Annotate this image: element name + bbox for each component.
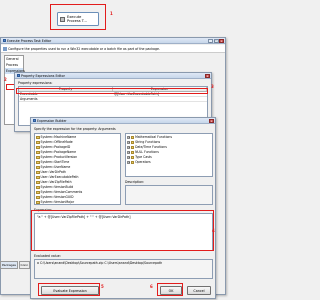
list-item[interactable]: + Operators <box>127 160 211 165</box>
editor-header: Configure the properties used to run a W… <box>1 45 225 53</box>
folder-icon <box>130 156 135 159</box>
step-5-marker: 5 <box>101 284 104 289</box>
list-item[interactable]: System::VersionMajor <box>36 200 119 204</box>
variable-icon <box>36 151 40 154</box>
step-6-marker: 6 <box>150 284 153 289</box>
expand-icon[interactable]: + <box>127 146 130 149</box>
editor-titlebar: Execute Process Task Editor _ □ x <box>1 38 225 44</box>
cancel-button[interactable]: Cancel <box>187 286 211 295</box>
variable-icon <box>36 136 40 139</box>
pee-title: Property Expressions Editor <box>21 73 65 78</box>
folder-icon <box>130 146 135 149</box>
expression-builder: Expression Builder x Specify the express… <box>30 117 216 299</box>
evaluated-value-text: a C:\Users\anand\Desktop\Sourcepath.zip … <box>37 261 163 265</box>
pee-titlebar: Property Expressions Editor x <box>15 73 211 79</box>
editor-description: Configure the properties used to run a W… <box>8 46 160 51</box>
folder-icon <box>130 141 135 144</box>
variables-tree[interactable]: System::MachineName System::OfflineMode … <box>34 133 121 205</box>
step-4-marker: 4 <box>212 228 215 233</box>
step-1-marker: 1 <box>110 11 113 16</box>
expression-highlight <box>31 210 214 251</box>
bottom-tab-bar: Packages Conn <box>0 261 31 269</box>
description-box <box>125 185 213 205</box>
expand-icon[interactable]: + <box>127 141 130 144</box>
variable-icon <box>36 166 40 169</box>
expand-icon[interactable]: + <box>127 136 130 139</box>
tab-packages[interactable]: Packages <box>0 261 18 269</box>
variable-icon <box>36 196 40 199</box>
variable-icon <box>36 191 40 194</box>
settings-icon <box>3 46 7 51</box>
variable-icon <box>36 176 40 179</box>
pee-close-button[interactable]: x <box>205 73 210 78</box>
step-2-marker: 2 <box>4 77 7 82</box>
variable-icon <box>36 161 40 164</box>
table-row[interactable]: Arguments <box>19 97 207 102</box>
eb-titlebar: Expression Builder x <box>31 118 215 124</box>
editor-title: Execute Process Task Editor <box>7 38 52 43</box>
executable-row-highlight <box>16 88 208 94</box>
step-3-marker: 3 <box>211 84 214 89</box>
variable-icon <box>36 141 40 144</box>
tab-conn[interactable]: Conn <box>18 261 31 269</box>
variable-icon <box>36 146 40 149</box>
variable-icon <box>36 171 40 174</box>
evaluated-label: Evaluated value: <box>34 254 61 258</box>
expand-icon[interactable]: + <box>127 151 130 154</box>
eb-prompt: Specify the expression for the property:… <box>34 127 116 131</box>
expand-icon[interactable]: + <box>127 156 130 159</box>
ok-button-highlight <box>157 283 183 296</box>
variable-icon <box>36 181 40 184</box>
evaluate-button-highlight <box>38 283 100 296</box>
pee-section-label: Property expressions: <box>18 81 53 85</box>
execute-process-task-box[interactable]: Execute Process T... <box>57 12 99 26</box>
window-icon <box>17 74 20 77</box>
window-icon <box>3 39 6 42</box>
task-name-line2: Process T... <box>67 19 87 23</box>
task-icon <box>60 16 65 22</box>
close-button[interactable]: x <box>219 38 224 43</box>
expand-icon[interactable]: + <box>127 161 130 164</box>
variable-icon <box>36 156 40 159</box>
variable-icon <box>36 201 40 204</box>
description-label: Description: <box>125 180 145 184</box>
minimize-button[interactable]: _ <box>208 38 213 43</box>
functions-tree[interactable]: + Mathematical Functions + String Function… <box>125 133 213 177</box>
folder-icon <box>130 136 135 139</box>
window-icon <box>33 119 36 122</box>
folder-icon <box>130 161 135 164</box>
row-arguments[interactable]: Arguments <box>19 97 113 101</box>
eb-title: Expression Builder <box>37 118 67 123</box>
folder-icon <box>130 151 135 154</box>
evaluated-value-box: a C:\Users\anand\Desktop\Sourcepath.zip … <box>34 259 213 279</box>
variable-icon <box>36 186 40 189</box>
eb-close-button[interactable]: x <box>209 118 214 123</box>
maximize-button[interactable]: □ <box>213 38 219 43</box>
